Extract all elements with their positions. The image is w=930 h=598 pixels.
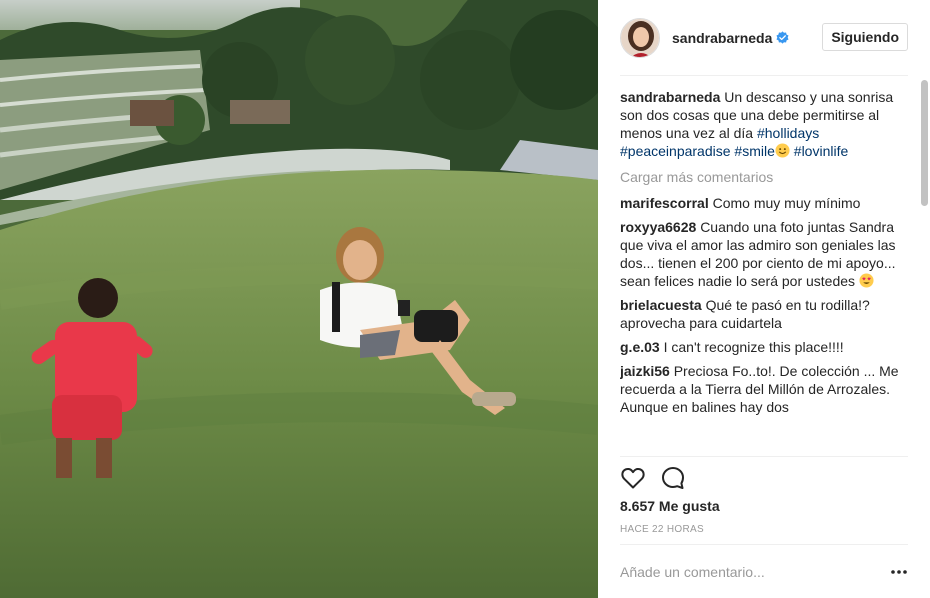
comment-username[interactable]: g.e.03 (620, 339, 660, 355)
speech-bubble-icon[interactable] (660, 465, 686, 491)
ellipsis-icon[interactable] (890, 563, 908, 581)
divider (620, 544, 908, 545)
comment-username[interactable]: roxyya6628 (620, 219, 696, 235)
comment-text: Como muy muy mínimo (712, 195, 861, 211)
comments-list: sandrabarneda Un descanso y una sonrisa … (620, 88, 904, 455)
hashtag-link[interactable]: #smile (734, 143, 774, 159)
comment-item: brielacuesta Qué te pasó en tu rodilla!?… (620, 296, 904, 332)
scrollbar-thumb[interactable] (921, 80, 928, 206)
author-username-text[interactable]: sandrabarneda (672, 30, 772, 46)
comment-text: I can't recognize this place!!!! (663, 339, 844, 355)
caption-username[interactable]: sandrabarneda (620, 89, 720, 105)
comment-item: jaizki56 Preciosa Fo..to!. De colección … (620, 362, 904, 416)
post-photo[interactable] (0, 0, 598, 598)
hashtag-link[interactable]: #hollidays (757, 125, 819, 141)
comment-username[interactable]: jaizki56 (620, 363, 670, 379)
heart-eyes-emoji-icon (859, 273, 874, 288)
load-more-comments-link[interactable]: Cargar más comentarios (620, 168, 904, 186)
action-bar (620, 464, 700, 492)
hashtag-link[interactable]: #lovinlife (794, 143, 848, 159)
likes-count[interactable]: 8.657 Me gusta (620, 498, 720, 514)
hashtag-link[interactable]: #peaceinparadise (620, 143, 731, 159)
post-caption: sandrabarneda Un descanso y una sonrisa … (620, 88, 904, 160)
post-header: sandrabarneda Siguiendo (620, 0, 908, 76)
divider (620, 456, 908, 457)
comment-item: roxyya6628 Cuando una foto juntas Sandra… (620, 218, 904, 290)
avatar-image (621, 18, 659, 57)
comment-username[interactable]: marifescorral (620, 195, 709, 211)
post-sidebar: sandrabarneda Siguiendo sandrabarneda Un… (598, 0, 930, 598)
comment-item: marifescorral Como muy muy mínimo (620, 194, 904, 212)
post-timestamp[interactable]: HACE 22 HORAS (620, 524, 704, 535)
comment-item: g.e.03 I can't recognize this place!!!! (620, 338, 904, 356)
comment-username[interactable]: brielacuesta (620, 297, 702, 313)
heart-outline-icon[interactable] (620, 465, 646, 491)
avatar[interactable] (620, 17, 660, 58)
following-button[interactable]: Siguiendo (822, 23, 908, 51)
post-image (0, 0, 598, 598)
smile-emoji-icon (775, 143, 790, 158)
comments-scrollbar[interactable] (920, 80, 928, 456)
author-username[interactable]: sandrabarneda (672, 30, 789, 46)
add-comment-input[interactable] (620, 558, 870, 586)
verified-badge-icon (776, 30, 789, 44)
